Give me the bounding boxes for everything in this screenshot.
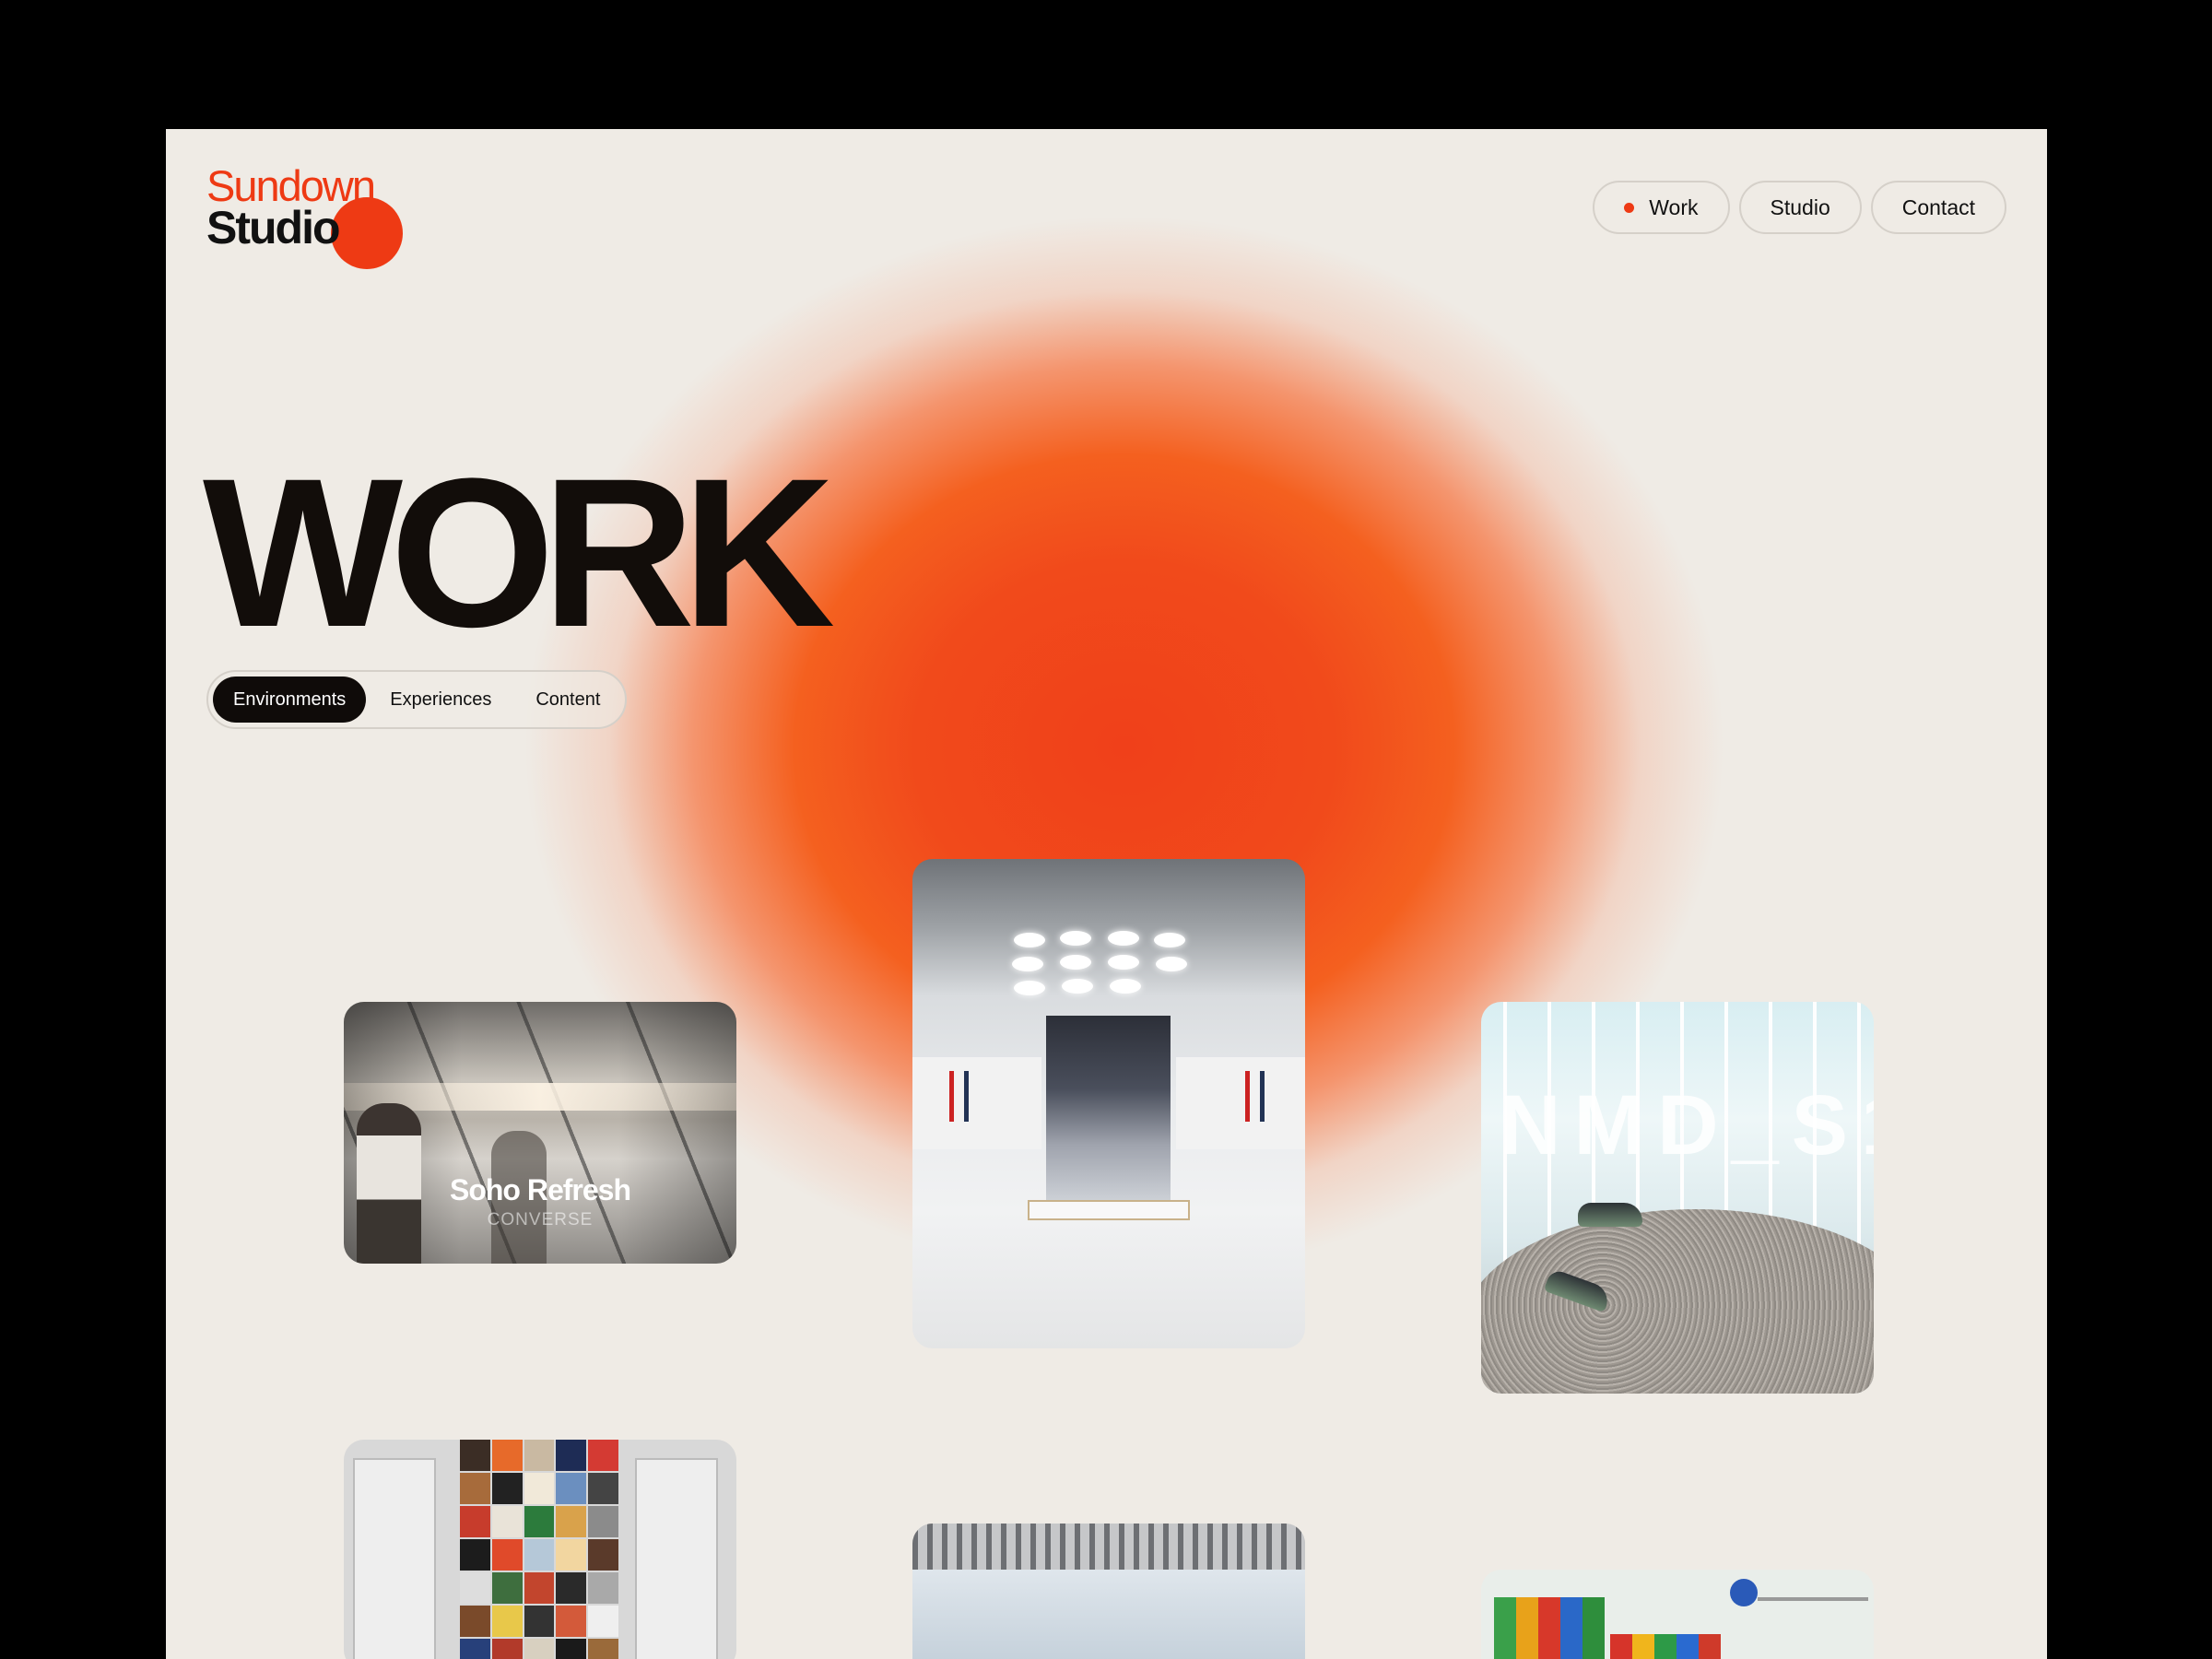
sneaker-image <box>1578 1203 1642 1227</box>
main-nav: Work Studio Contact <box>1593 181 2006 234</box>
project-card-mall[interactable] <box>912 1524 1305 1659</box>
nav-contact[interactable]: Contact <box>1870 181 2006 234</box>
filter-tab-experiences[interactable]: Experiences <box>370 677 512 723</box>
active-dot-icon <box>1624 202 1635 213</box>
project-card-nmd[interactable]: NMD_S1 <box>1481 1002 1874 1394</box>
nav-contact-label: Contact <box>1901 194 1975 219</box>
project-title: Soho Refresh <box>449 1173 631 1206</box>
project-card-collage[interactable] <box>344 1440 736 1659</box>
work-page: Sundown Studio Work Studio Contact WORK … <box>166 129 2047 1659</box>
nav-studio-label: Studio <box>1770 194 1830 219</box>
project-client: CONVERSE <box>487 1210 594 1230</box>
nav-work[interactable]: Work <box>1593 181 1730 234</box>
nav-studio[interactable]: Studio <box>1738 181 1862 234</box>
project-card-soho-refresh[interactable]: Soho Refresh CONVERSE <box>344 1002 736 1264</box>
sundown-studio-logo[interactable]: Sundown Studio <box>206 161 428 269</box>
nmd-wall-letters: NMD_S1 <box>1500 1078 1874 1172</box>
logo-line-1: Sundown <box>206 161 376 210</box>
filter-tab-environments[interactable]: Environments <box>213 677 367 723</box>
filter-tab-content[interactable]: Content <box>515 677 620 723</box>
logo-line-2: Studio <box>206 202 341 253</box>
page-title: WORK <box>203 434 835 671</box>
project-card-rainbow[interactable] <box>1481 1570 1874 1659</box>
category-filter: Environments Experiences Content <box>206 670 628 729</box>
nav-work-label: Work <box>1649 194 1699 219</box>
project-card-store[interactable] <box>912 859 1305 1348</box>
